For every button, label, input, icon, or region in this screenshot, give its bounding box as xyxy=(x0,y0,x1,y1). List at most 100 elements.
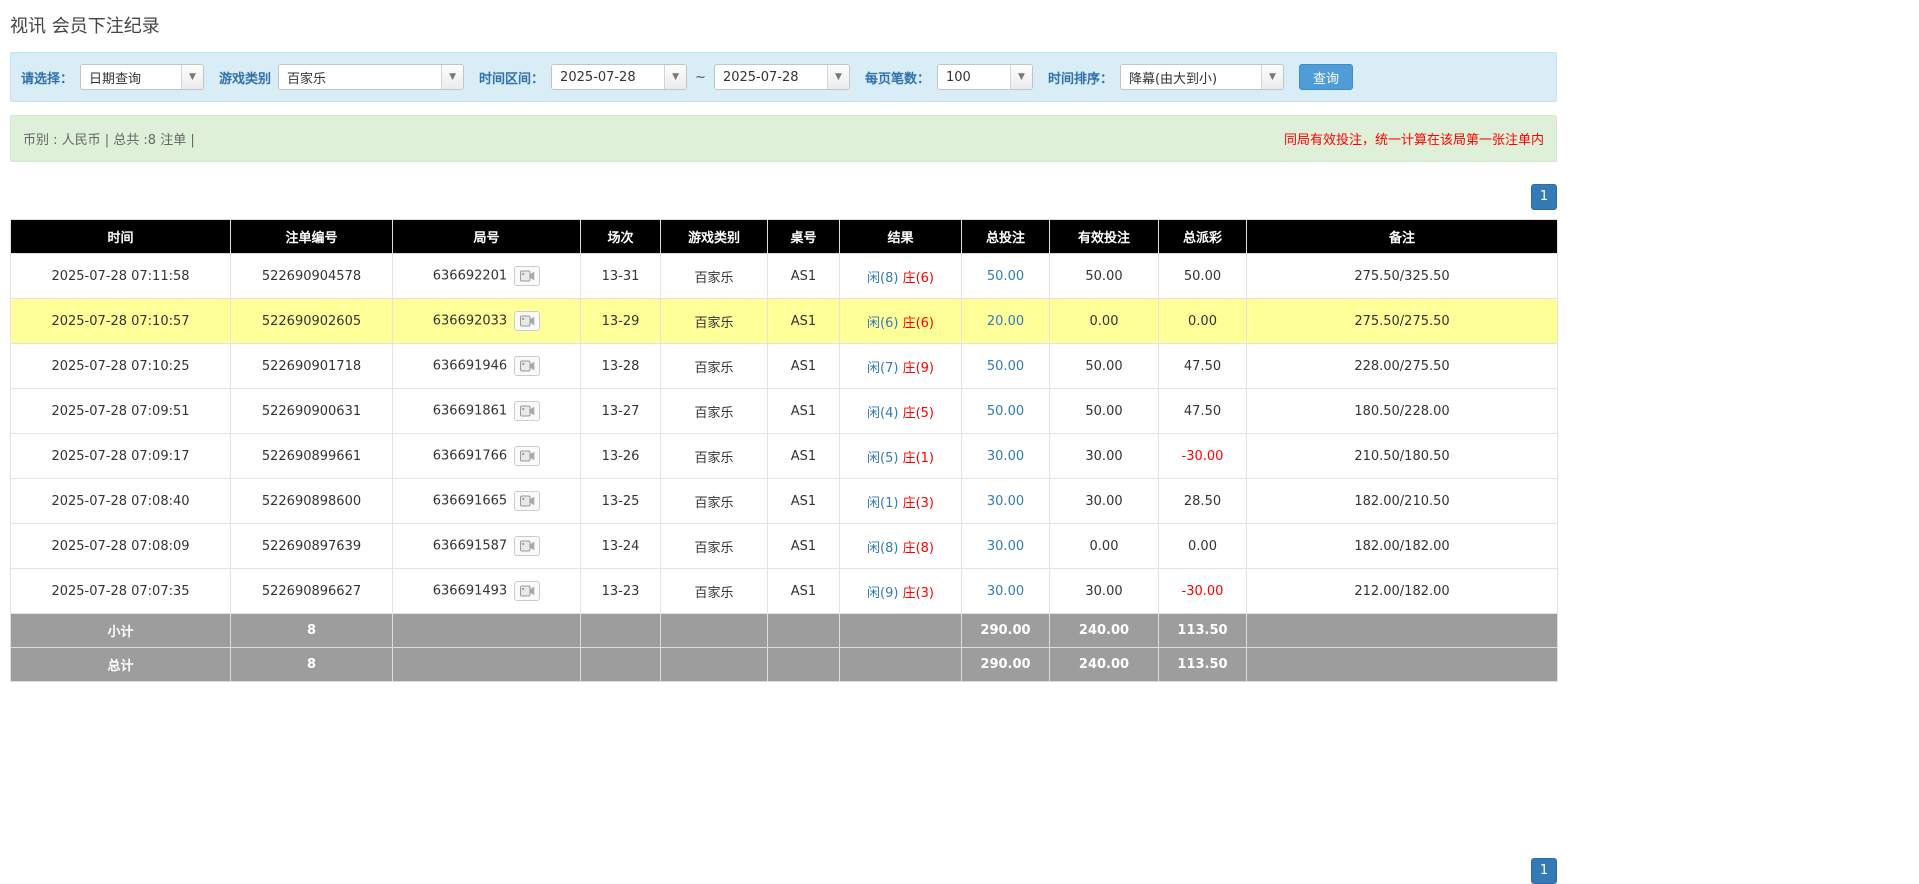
total-bet-cell: 30.00 xyxy=(962,569,1050,614)
page-number-button[interactable]: 1 xyxy=(1531,858,1557,884)
chevron-down-icon[interactable]: ▼ xyxy=(827,65,849,89)
date-to-input[interactable] xyxy=(715,65,827,89)
total-bet-link[interactable]: 30.00 xyxy=(987,584,1024,599)
round-cell: 636691861 xyxy=(393,389,581,434)
result-player: 闲(8) xyxy=(867,541,898,556)
time-cell: 2025-07-28 07:07:35 xyxy=(11,569,231,614)
subtotal-valid-bet: 240.00 xyxy=(1050,614,1159,648)
video-replay-button[interactable] xyxy=(514,446,540,466)
total-bet-link[interactable]: 50.00 xyxy=(987,359,1024,374)
bet-id-cell: 522690899661 xyxy=(231,434,393,479)
time-cell: 2025-07-28 07:11:58 xyxy=(11,254,231,299)
chevron-down-icon[interactable]: ▼ xyxy=(1261,65,1283,89)
bet-records-table: 时间 注单编号 局号 场次 游戏类别 桌号 结果 总投注 有效投注 总派彩 备注… xyxy=(10,219,1558,682)
bet-id-cell: 522690900631 xyxy=(231,389,393,434)
video-replay-icon xyxy=(520,540,535,552)
payout-cell: 47.50 xyxy=(1159,389,1247,434)
total-valid-bet: 240.00 xyxy=(1050,648,1159,682)
page-number-button[interactable]: 1 xyxy=(1531,184,1557,210)
game-type-cell: 百家乐 xyxy=(661,299,768,344)
time-cell: 2025-07-28 07:08:40 xyxy=(11,479,231,524)
total-bet-link[interactable]: 50.00 xyxy=(987,269,1024,284)
date-from-input[interactable] xyxy=(552,65,664,89)
game-type-input[interactable] xyxy=(279,65,441,89)
round-id: 636691861 xyxy=(433,404,507,419)
round-id: 636691665 xyxy=(433,494,507,509)
video-replay-button[interactable] xyxy=(514,536,540,556)
total-bet-cell: 50.00 xyxy=(962,344,1050,389)
grand-total-row: 总计 8 290.00 240.00 113.50 xyxy=(11,648,1558,682)
time-cell: 2025-07-28 07:08:09 xyxy=(11,524,231,569)
video-replay-icon xyxy=(520,270,535,282)
result-cell: 闲(4) 庄(5) xyxy=(840,389,962,434)
total-bet-link[interactable]: 20.00 xyxy=(987,314,1024,329)
total-bet-link[interactable]: 30.00 xyxy=(987,494,1024,509)
result-player: 闲(9) xyxy=(867,586,898,601)
total-bet-cell: 30.00 xyxy=(962,524,1050,569)
total-count: 8 xyxy=(231,648,393,682)
query-type-input[interactable] xyxy=(81,65,181,89)
video-replay-button[interactable] xyxy=(514,401,540,421)
header-session: 场次 xyxy=(581,220,661,254)
table-row: 2025-07-28 07:11:58 522690904578 6366922… xyxy=(11,254,1558,299)
total-bet-cell: 30.00 xyxy=(962,479,1050,524)
game-type-cell: 百家乐 xyxy=(661,524,768,569)
bet-id-cell: 522690902605 xyxy=(231,299,393,344)
video-replay-button[interactable] xyxy=(514,311,540,331)
video-replay-icon xyxy=(520,360,535,372)
header-note: 备注 xyxy=(1247,220,1558,254)
payout-cell: 47.50 xyxy=(1159,344,1247,389)
table-number-cell: AS1 xyxy=(768,344,840,389)
session-cell: 13-28 xyxy=(581,344,661,389)
date-to-combobox: ▼ xyxy=(714,64,850,90)
total-bet-link[interactable]: 50.00 xyxy=(987,404,1024,419)
subtotal-total-bet: 290.00 xyxy=(962,614,1050,648)
table-number-cell: AS1 xyxy=(768,524,840,569)
video-replay-button[interactable] xyxy=(514,266,540,286)
chevron-down-icon[interactable]: ▼ xyxy=(1010,65,1032,89)
table-footer: 小计 8 290.00 240.00 113.50 总计 8 xyxy=(11,614,1558,682)
result-player: 闲(6) xyxy=(867,316,898,331)
result-cell: 闲(6) 庄(6) xyxy=(840,299,962,344)
chevron-down-icon[interactable]: ▼ xyxy=(441,65,463,89)
chevron-down-icon[interactable]: ▼ xyxy=(664,65,686,89)
header-result: 结果 xyxy=(840,220,962,254)
chevron-down-icon[interactable]: ▼ xyxy=(181,65,203,89)
bet-id-cell: 522690897639 xyxy=(231,524,393,569)
date-range-separator: ~ xyxy=(695,70,706,85)
table-row: 2025-07-28 07:08:09 522690897639 6366915… xyxy=(11,524,1558,569)
video-replay-icon xyxy=(520,315,535,327)
time-sort-input[interactable] xyxy=(1121,65,1261,89)
payout-cell: 28.50 xyxy=(1159,479,1247,524)
game-type-cell: 百家乐 xyxy=(661,254,768,299)
time-range-label: 时间区间： xyxy=(479,68,544,87)
subtotal-count: 8 xyxy=(231,614,393,648)
table-row: 2025-07-28 07:10:57 522690902605 6366920… xyxy=(11,299,1558,344)
currency-total-text: 币别 : 人民币 | 总共 :8 注单 | xyxy=(23,129,195,148)
total-bet-link[interactable]: 30.00 xyxy=(987,539,1024,554)
page-size-input[interactable] xyxy=(938,65,1010,89)
result-banker: 庄(9) xyxy=(903,361,934,376)
time-cell: 2025-07-28 07:09:17 xyxy=(11,434,231,479)
time-cell: 2025-07-28 07:10:57 xyxy=(11,299,231,344)
total-bet-link[interactable]: 30.00 xyxy=(987,449,1024,464)
round-cell: 636692033 xyxy=(393,299,581,344)
payout-cell: -30.00 xyxy=(1159,434,1247,479)
note-cell: 228.00/275.50 xyxy=(1247,344,1558,389)
total-bet-cell: 20.00 xyxy=(962,299,1050,344)
table-number-cell: AS1 xyxy=(768,569,840,614)
round-cell: 636691587 xyxy=(393,524,581,569)
search-button[interactable]: 查询 xyxy=(1299,64,1353,90)
valid-bet-cell: 30.00 xyxy=(1050,479,1159,524)
video-replay-button[interactable] xyxy=(514,356,540,376)
table-number-cell: AS1 xyxy=(768,389,840,434)
valid-bet-cell: 50.00 xyxy=(1050,254,1159,299)
game-type-cell: 百家乐 xyxy=(661,344,768,389)
video-replay-button[interactable] xyxy=(514,581,540,601)
result-banker: 庄(3) xyxy=(903,496,934,511)
round-id: 636692033 xyxy=(433,314,507,329)
result-banker: 庄(5) xyxy=(903,406,934,421)
video-replay-button[interactable] xyxy=(514,491,540,511)
round-cell: 636691766 xyxy=(393,434,581,479)
valid-bet-cell: 30.00 xyxy=(1050,569,1159,614)
